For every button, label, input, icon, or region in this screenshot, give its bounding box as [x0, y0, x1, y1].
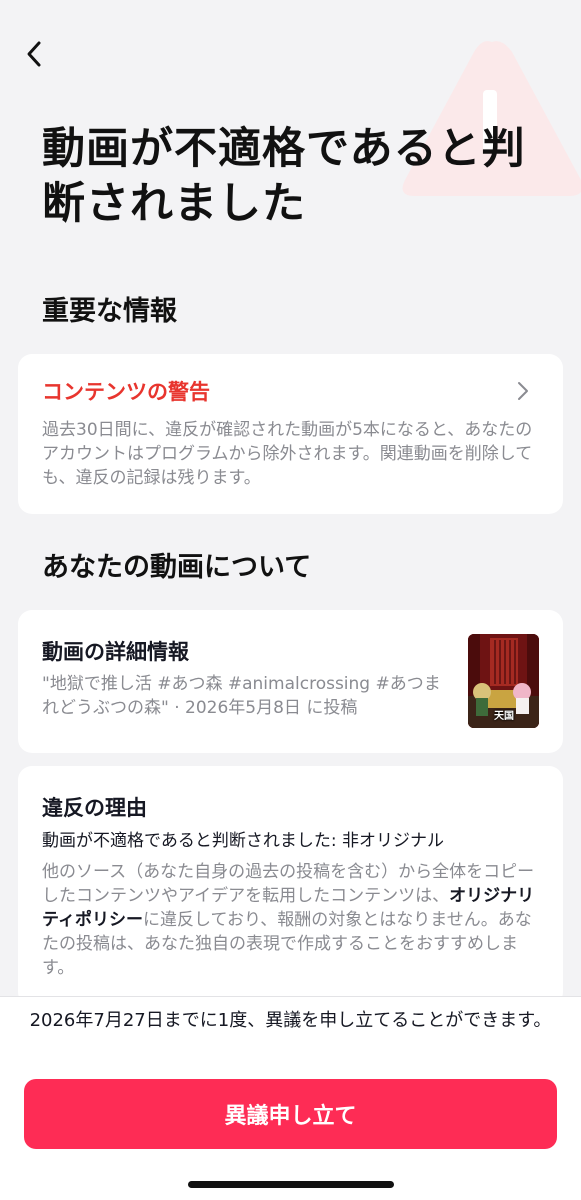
home-indicator [188, 1181, 394, 1188]
content-warning-card[interactable]: コンテンツの警告 過去30日間に、違反が確認された動画が5本になると、あなたのア… [18, 354, 563, 514]
violation-reason-card: 違反の理由 動画が不適格であると判断されました: 非オリジナル 他のソース（あな… [18, 766, 563, 1006]
bottom-action-bar: 2026年7月27日までに1度、異議を申し立てることができます。 異議申し立て [0, 996, 581, 1200]
video-details-description: "地獄で推し活 #あつ森 #animalcrossing #あつまれどうぶつの森… [42, 674, 441, 718]
page-title: 動画が不適格であると判断されました [42, 124, 526, 229]
chevron-left-icon [27, 41, 41, 67]
video-details-card: 動画の詳細情報 "地獄で推し活 #あつ森 #animalcrossing #あつ… [18, 610, 563, 753]
appeal-button[interactable]: 異議申し立て [24, 1079, 557, 1149]
content-warning-title: コンテンツの警告 [42, 380, 210, 404]
thumbnail-label: 天国 [494, 711, 514, 722]
important-info-heading: 重要な情報 [42, 296, 177, 327]
violation-reason-title: 違反の理由 [42, 796, 147, 820]
back-button[interactable] [14, 34, 54, 74]
video-thumbnail[interactable]: 天国 [468, 634, 539, 728]
chevron-right-icon [518, 382, 528, 400]
content-warning-description: 過去30日間に、違反が確認された動画が5本になると、あなたのアカウントはプログラ… [42, 420, 533, 488]
violation-description: 他のソース（あなた自身の過去の投稿を含む）から全体をコピーしたコンテンツやアイデ… [42, 860, 542, 980]
appeal-deadline-text: 2026年7月27日までに1度、異議を申し立てることができます。 [29, 1010, 552, 1031]
about-video-heading: あなたの動画について [42, 552, 312, 583]
video-details-title: 動画の詳細情報 [42, 640, 189, 664]
violation-verdict: 動画が不適格であると判断されました: 非オリジナル [42, 831, 444, 851]
